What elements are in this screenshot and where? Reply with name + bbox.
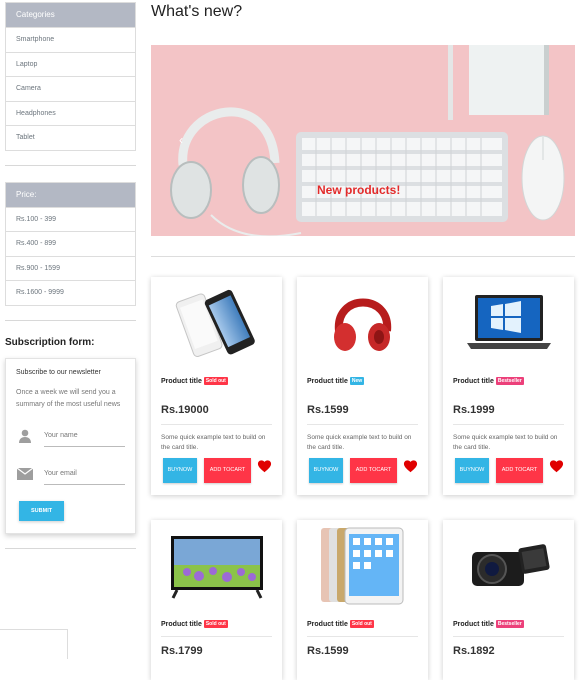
buy-now-button[interactable]: BUY NOW bbox=[309, 458, 343, 483]
product-price: Rs.1999 bbox=[453, 404, 495, 416]
heart-icon[interactable] bbox=[403, 459, 418, 478]
category-item-smartphone[interactable]: Smartphone bbox=[6, 27, 135, 52]
product-card: Product title Bestseller Rs.1999 Some qu… bbox=[443, 277, 574, 495]
page-title: What's new? bbox=[151, 3, 243, 20]
divider bbox=[5, 547, 136, 549]
product-image[interactable] bbox=[297, 283, 428, 363]
product-title-row: Product title Sold out bbox=[161, 620, 282, 628]
product-title: Product title bbox=[161, 620, 202, 628]
product-card: Product title Bestseller Rs.1892 bbox=[443, 520, 574, 680]
product-title-row: Product title Bestseller bbox=[453, 377, 574, 385]
product-card: Product title New Rs.1599 Some quick exa… bbox=[297, 277, 428, 495]
submit-button[interactable]: SUBMIT bbox=[19, 500, 65, 521]
price-header: Price: bbox=[6, 182, 135, 207]
product-title: Product title bbox=[307, 620, 348, 628]
email-field: Your email bbox=[16, 459, 125, 489]
product-image[interactable] bbox=[297, 526, 428, 606]
product-description: Some quick example text to build on the … bbox=[161, 434, 266, 451]
heart-icon[interactable] bbox=[257, 459, 272, 478]
add-to-cart-button[interactable]: ADD TO CART bbox=[204, 458, 251, 483]
divider bbox=[5, 164, 136, 166]
product-title-row: Product title Sold out bbox=[161, 377, 282, 385]
categories-header: Categories bbox=[6, 3, 135, 27]
product-image[interactable] bbox=[443, 283, 574, 363]
envelope-icon bbox=[16, 467, 34, 480]
name-input[interactable]: Your name bbox=[44, 425, 125, 447]
bottom-corner-box bbox=[0, 629, 68, 659]
product-price: Rs.1599 bbox=[307, 404, 349, 416]
product-actions: BUY NOW ADD TO CART bbox=[455, 458, 574, 483]
subscription-card: Subscribe to our newsletter Once a week … bbox=[5, 357, 136, 534]
product-title: Product title bbox=[161, 377, 202, 385]
categories-list: Categories Smartphone Laptop Camera Head… bbox=[5, 2, 136, 151]
carousel[interactable]: ‹ New products! bbox=[151, 45, 575, 236]
product-price: Rs.19000 bbox=[161, 404, 209, 416]
user-icon bbox=[16, 429, 34, 443]
price-item[interactable]: Rs.1600 - 9999 bbox=[6, 280, 135, 305]
product-badge: Sold out bbox=[349, 620, 374, 628]
category-item-headphones[interactable]: Headphones bbox=[6, 100, 135, 125]
add-to-cart-button[interactable]: ADD TO CART bbox=[496, 458, 543, 483]
heart-icon[interactable] bbox=[549, 459, 564, 478]
divider bbox=[453, 424, 564, 425]
subscription-card-title: Subscribe to our newsletter bbox=[16, 368, 101, 376]
product-card: Product title Sold out Rs.1599 bbox=[297, 520, 428, 680]
product-card: Product title Sold out Rs.19000 Some qui… bbox=[151, 277, 282, 495]
email-input[interactable]: Your email bbox=[44, 463, 125, 485]
subscription-title: Subscription form: bbox=[5, 336, 95, 348]
name-field: Your name bbox=[16, 421, 125, 451]
product-title-row: Product title New bbox=[307, 377, 428, 385]
buy-now-button[interactable]: BUY NOW bbox=[455, 458, 489, 483]
product-title: Product title bbox=[453, 620, 494, 628]
price-item[interactable]: Rs.900 - 1599 bbox=[6, 255, 135, 280]
product-badge: Bestseller bbox=[495, 620, 524, 628]
subscription-description: Once a week we will send you a summary o… bbox=[16, 388, 121, 408]
product-image[interactable] bbox=[443, 526, 574, 606]
price-list: Price: Rs.100 - 399 Rs.400 - 899 Rs.900 … bbox=[5, 181, 136, 306]
product-title-row: Product title Sold out bbox=[307, 620, 428, 628]
carousel-image bbox=[151, 45, 575, 236]
buy-now-button[interactable]: BUY NOW bbox=[163, 458, 197, 483]
add-to-cart-button[interactable]: ADD TO CART bbox=[350, 458, 397, 483]
product-description: Some quick example text to build on the … bbox=[453, 434, 558, 451]
divider bbox=[161, 424, 272, 425]
product-title-row: Product title Bestseller bbox=[453, 620, 574, 628]
category-item-tablet[interactable]: Tablet bbox=[6, 125, 135, 150]
carousel-caption: New products! bbox=[317, 183, 401, 197]
product-actions: BUY NOW ADD TO CART bbox=[309, 458, 428, 483]
product-badge: Sold out bbox=[203, 620, 228, 628]
product-image[interactable] bbox=[151, 526, 282, 606]
main-content: What's new? ‹ New products! Product titl… bbox=[151, 0, 576, 680]
product-title: Product title bbox=[453, 377, 494, 385]
carousel-prev-icon[interactable]: ‹ bbox=[179, 133, 183, 147]
product-actions: BUY NOW ADD TO CART bbox=[163, 458, 282, 483]
divider bbox=[307, 424, 418, 425]
product-card: Product title Sold out Rs.1799 bbox=[151, 520, 282, 680]
product-badge: Bestseller bbox=[495, 377, 524, 385]
category-item-camera[interactable]: Camera bbox=[6, 76, 135, 101]
sidebar: Categories Smartphone Laptop Camera Head… bbox=[5, 2, 136, 565]
divider bbox=[151, 256, 575, 257]
product-badge: Sold out bbox=[203, 377, 228, 385]
price-item[interactable]: Rs.100 - 399 bbox=[6, 206, 135, 231]
product-badge: New bbox=[349, 377, 365, 385]
divider bbox=[5, 319, 136, 321]
product-title: Product title bbox=[307, 377, 348, 385]
category-item-laptop[interactable]: Laptop bbox=[6, 51, 135, 76]
product-description: Some quick example text to build on the … bbox=[307, 434, 412, 451]
price-item[interactable]: Rs.400 - 899 bbox=[6, 231, 135, 256]
product-image[interactable] bbox=[151, 283, 282, 363]
